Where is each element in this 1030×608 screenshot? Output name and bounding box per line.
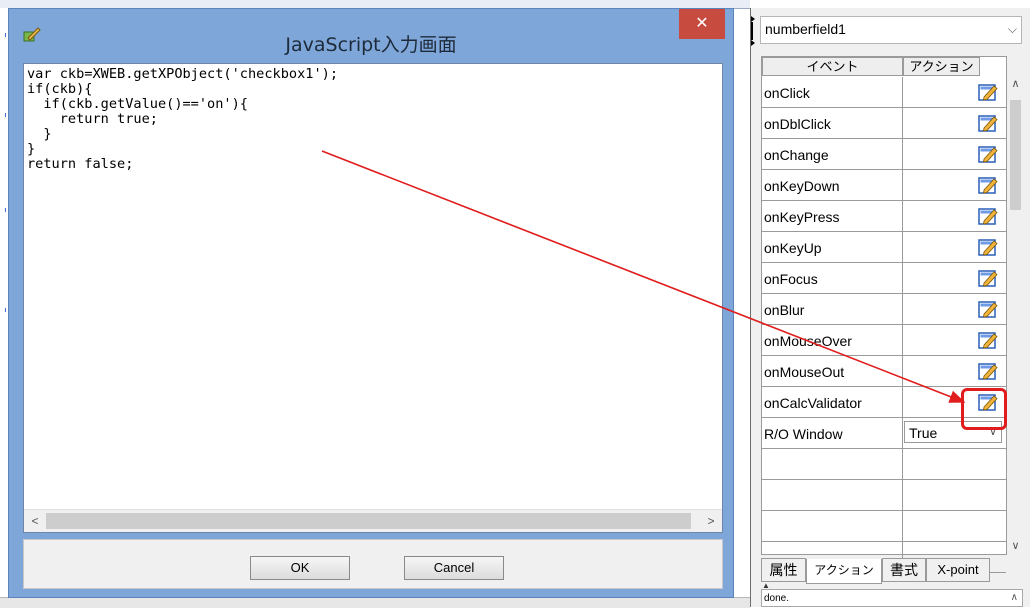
column-divider: [902, 480, 903, 511]
column-header-event: イベント: [762, 57, 903, 76]
ok-button[interactable]: OK: [250, 556, 350, 580]
property-panel: numberfield1 ⌵ イベント アクション onClick onDblCl…: [750, 8, 1030, 607]
scroll-left-icon[interactable]: <: [24, 510, 46, 532]
event-row: onDblClick: [762, 108, 1006, 139]
event-row: onKeyDown: [762, 170, 1006, 201]
component-select[interactable]: numberfield1 ⌵: [760, 16, 1022, 44]
edit-action-icon[interactable]: [978, 238, 998, 256]
column-divider: [902, 387, 903, 418]
parent-window-edge: [0, 8, 8, 607]
tab-format[interactable]: 書式: [882, 558, 926, 582]
event-name: onKeyUp: [764, 240, 822, 256]
splitter-grip-icon[interactable]: [751, 16, 755, 46]
edit-action-icon[interactable]: [978, 362, 998, 380]
column-divider: [902, 325, 903, 356]
event-row: onBlur: [762, 294, 1006, 325]
vertical-scrollbar[interactable]: ∧ ∨: [1007, 76, 1024, 555]
event-row: onKeyPress: [762, 201, 1006, 232]
chevron-down-icon[interactable]: ⌵: [1008, 22, 1017, 37]
event-name: onMouseOut: [764, 364, 845, 380]
column-divider: [902, 201, 903, 232]
event-row: onKeyUp: [762, 232, 1006, 263]
column-divider: [902, 511, 903, 542]
column-divider: [902, 170, 903, 201]
ro-window-label: R/O Window: [764, 426, 843, 442]
column-divider: [902, 263, 903, 294]
column-divider: [902, 77, 903, 108]
edit-action-icon[interactable]: [978, 269, 998, 287]
horizontal-scrollbar[interactable]: < >: [24, 509, 722, 532]
event-row: onFocus: [762, 263, 1006, 294]
column-divider: [902, 449, 903, 480]
code-text[interactable]: var ckb=XWEB.getXPObject('checkbox1'); i…: [24, 64, 722, 172]
event-name: onClick: [764, 85, 810, 101]
parent-window-bottom: [0, 597, 750, 608]
empty-row: [762, 480, 1006, 511]
column-divider: [902, 356, 903, 387]
edit-action-icon[interactable]: [978, 331, 998, 349]
event-name: onDblClick: [764, 116, 831, 132]
dialog-titlebar[interactable]: JavaScript入力画面 ✕: [9, 9, 733, 56]
javascript-input-dialog: JavaScript入力画面 ✕ var ckb=XWEB.getXPObjec…: [8, 8, 734, 598]
cancel-button[interactable]: Cancel: [404, 556, 504, 580]
column-divider: [902, 418, 903, 449]
ro-window-value: True: [909, 425, 938, 441]
edit-action-icon[interactable]: [978, 145, 998, 163]
event-row: onMouseOut: [762, 356, 1006, 387]
empty-row: [762, 449, 1006, 480]
event-name: onKeyPress: [764, 209, 840, 225]
edit-action-icon[interactable]: [978, 207, 998, 225]
column-header-action: アクション: [903, 57, 980, 76]
scroll-right-icon[interactable]: >: [700, 510, 722, 532]
event-name: onBlur: [764, 302, 805, 318]
close-button[interactable]: ✕: [679, 9, 725, 39]
scrollbar-thumb[interactable]: [46, 513, 691, 529]
code-editor[interactable]: var ckb=XWEB.getXPObject('checkbox1'); i…: [23, 63, 723, 533]
highlight-box: [961, 388, 1007, 430]
event-name: onMouseOver: [764, 333, 852, 349]
dialog-button-bar: OK Cancel: [23, 539, 723, 589]
column-divider: [902, 232, 903, 263]
empty-row: [762, 511, 1006, 542]
event-name: onCalcValidator: [764, 395, 862, 411]
column-divider: [902, 108, 903, 139]
scroll-up-icon[interactable]: ∧: [1007, 76, 1024, 93]
edit-action-icon[interactable]: [978, 300, 998, 318]
column-divider: [902, 294, 903, 325]
edit-action-icon[interactable]: [978, 114, 998, 132]
status-text: done.: [764, 593, 790, 604]
scroll-down-icon[interactable]: ∨: [1007, 538, 1024, 555]
scrollbar-thumb[interactable]: [1010, 100, 1021, 210]
edit-action-icon[interactable]: [978, 176, 998, 194]
edit-action-icon[interactable]: [978, 83, 998, 101]
event-name: onKeyDown: [764, 178, 840, 194]
tab-actions[interactable]: アクション: [806, 559, 882, 584]
chevron-up-icon[interactable]: ∧: [1011, 592, 1018, 603]
event-row: onMouseOver: [762, 325, 1006, 356]
tab-xpoint[interactable]: X-point: [926, 558, 990, 582]
tab-attributes[interactable]: 属性: [761, 558, 806, 582]
status-box: done. ∧: [761, 589, 1023, 607]
event-name: onFocus: [764, 271, 818, 287]
event-row: onClick: [762, 77, 1006, 108]
event-name: onChange: [764, 147, 829, 163]
column-divider: [902, 139, 903, 170]
event-row: onChange: [762, 139, 1006, 170]
event-action-grid: イベント アクション onClick onDblClick onChange onKe…: [761, 56, 1007, 573]
dialog-title: JavaScript入力画面: [285, 34, 457, 56]
component-select-value: numberfield1: [765, 21, 846, 37]
